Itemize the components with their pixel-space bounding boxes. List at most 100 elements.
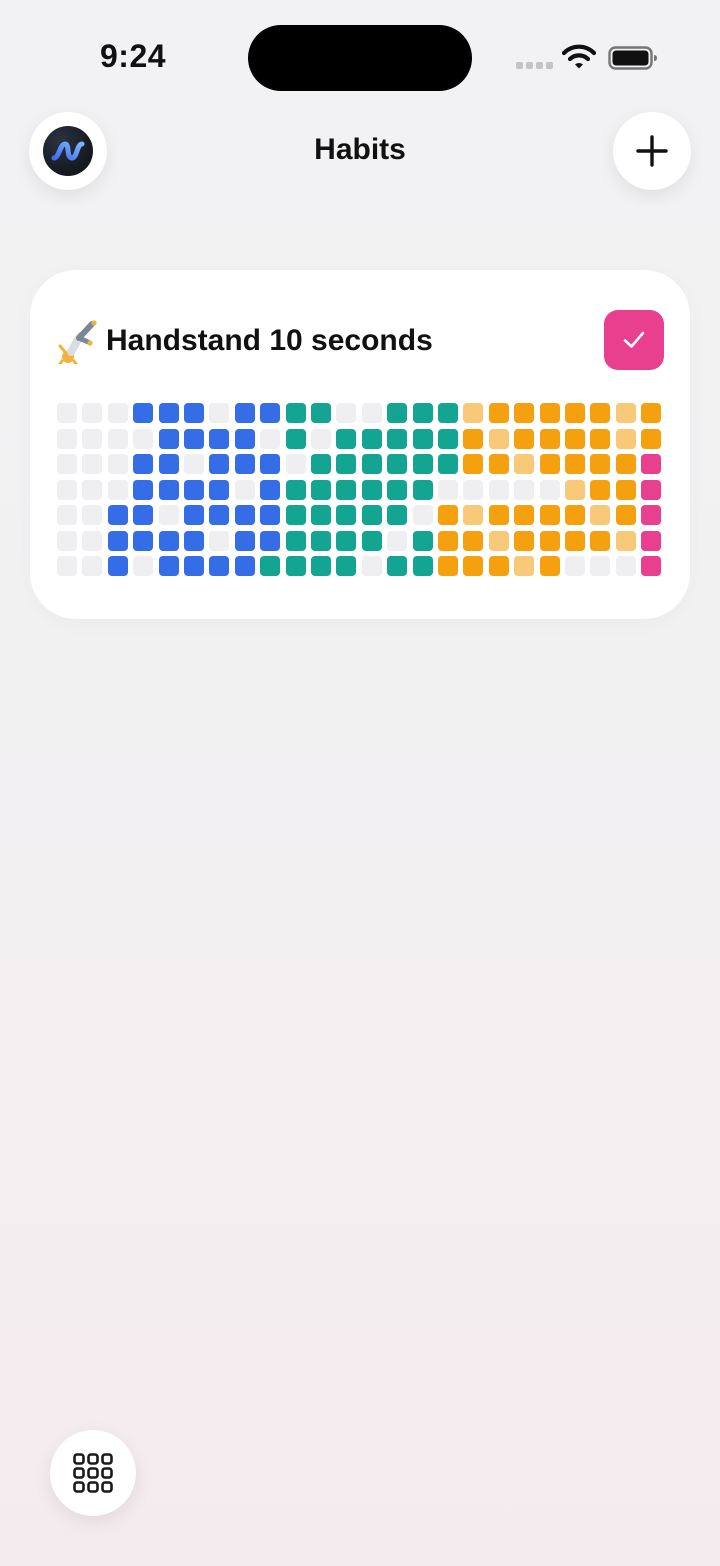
habit-day-cell: [539, 556, 560, 576]
habit-day-cell: [590, 479, 611, 500]
habit-day-cell: [438, 556, 458, 576]
status-bar: 9:24: [0, 0, 720, 110]
habit-day-cell: [311, 479, 331, 500]
habit-day-cell: [488, 479, 509, 500]
habit-day-cell: [514, 556, 535, 576]
habit-day-cell: [82, 428, 103, 449]
habit-day-cell: [641, 403, 662, 423]
habit-day-cell: [590, 428, 611, 449]
habit-day-cell: [311, 403, 331, 423]
habit-day-cell: [133, 428, 154, 449]
habit-day-cell: [590, 556, 611, 576]
habit-card[interactable]: Handstand 10 seconds: [30, 270, 690, 619]
habit-day-cell: [57, 428, 77, 449]
habit-day-cell: [234, 454, 255, 474]
status-time: 9:24: [100, 38, 167, 74]
dynamic-island: [248, 25, 472, 91]
habit-day-cell: [488, 530, 509, 551]
habit-day-cell: [285, 403, 306, 423]
habit-day-cell: [107, 530, 128, 551]
habit-day-cell: [641, 556, 662, 576]
habit-day-cell: [57, 479, 77, 500]
habit-check-button[interactable]: [604, 310, 664, 370]
habit-day-cell: [539, 530, 560, 551]
habit-day-cell: [488, 428, 509, 449]
habit-day-cell: [387, 428, 408, 449]
habit-day-cell: [311, 556, 331, 576]
habit-day-cell: [209, 454, 230, 474]
habit-day-cell: [615, 530, 636, 551]
habit-day-cell: [82, 556, 103, 576]
plus-icon: [636, 135, 668, 167]
habit-day-cell: [57, 556, 77, 576]
page-title: Habits: [314, 133, 406, 166]
habit-day-cell: [412, 454, 433, 474]
grid-icon: [73, 1453, 113, 1493]
habit-day-cell: [438, 505, 458, 525]
grid-view-button[interactable]: [50, 1430, 136, 1516]
habit-day-cell: [514, 479, 535, 500]
habit-day-cell: [234, 479, 255, 500]
habit-day-cell: [488, 403, 509, 423]
add-habit-button[interactable]: [613, 112, 691, 190]
habit-day-cell: [133, 556, 154, 576]
habit-day-cell: [133, 505, 154, 525]
habit-day-cell: [158, 556, 179, 576]
habit-day-cell: [311, 454, 331, 474]
habit-day-cell: [57, 403, 77, 423]
habit-day-cell: [285, 428, 306, 449]
habit-day-cell: [184, 454, 204, 474]
habit-day-cell: [488, 556, 509, 576]
habit-day-cell: [234, 556, 255, 576]
habit-day-cell: [336, 403, 357, 423]
habit-day-cell: [615, 454, 636, 474]
habit-day-cell: [590, 505, 611, 525]
habit-day-cell: [514, 428, 535, 449]
habit-day-cell: [209, 479, 230, 500]
habit-day-cell: [387, 505, 408, 525]
habit-day-cell: [361, 454, 382, 474]
habit-day-cell: [361, 428, 382, 449]
habit-day-cell: [82, 454, 103, 474]
habit-day-cell: [260, 505, 281, 525]
habit-day-cell: [387, 403, 408, 423]
habit-day-cell: [590, 530, 611, 551]
habit-day-cell: [438, 454, 458, 474]
habit-day-cell: [285, 505, 306, 525]
habit-day-cell: [209, 403, 230, 423]
habit-day-cell: [107, 556, 128, 576]
habit-day-cell: [82, 530, 103, 551]
habit-day-cell: [336, 530, 357, 551]
battery-icon: [608, 46, 657, 70]
checkmark-icon: [623, 331, 645, 348]
habit-day-cell: [387, 454, 408, 474]
habit-day-cell: [514, 530, 535, 551]
habit-day-cell: [463, 556, 484, 576]
habit-day-cell: [539, 479, 560, 500]
habit-day-cell: [158, 428, 179, 449]
habit-day-cell: [336, 505, 357, 525]
habit-day-cell: [184, 479, 204, 500]
habit-day-cell: [387, 479, 408, 500]
habit-day-cell: [463, 530, 484, 551]
habit-day-cell: [438, 530, 458, 551]
habit-day-cell: [260, 454, 281, 474]
habit-day-cell: [260, 479, 281, 500]
habit-day-cell: [463, 454, 484, 474]
habit-day-cell: [463, 505, 484, 525]
habit-day-cell: [641, 505, 662, 525]
habit-day-cell: [615, 556, 636, 576]
habit-day-cell: [260, 556, 281, 576]
habit-day-cell: [387, 530, 408, 551]
habit-day-cell: [565, 454, 585, 474]
habit-day-cell: [412, 505, 433, 525]
habit-day-cell: [158, 403, 179, 423]
habit-day-cell: [336, 556, 357, 576]
habit-day-cell: [234, 428, 255, 449]
habit-history-grid: [57, 403, 665, 577]
habit-day-cell: [615, 479, 636, 500]
habit-day-cell: [463, 403, 484, 423]
habit-day-cell: [234, 530, 255, 551]
habit-day-cell: [539, 454, 560, 474]
habit-day-cell: [311, 505, 331, 525]
